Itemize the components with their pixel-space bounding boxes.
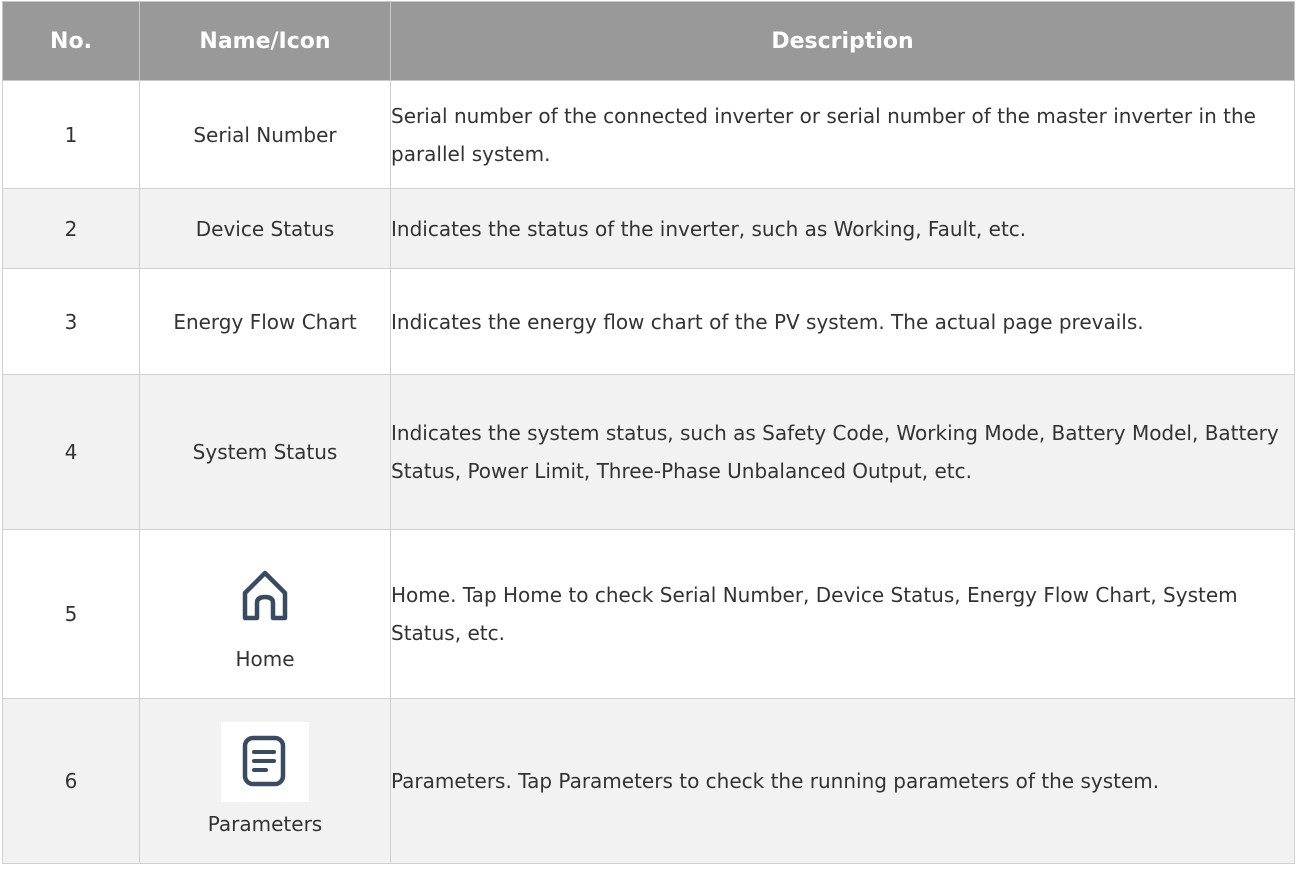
row-name: Parameters xyxy=(207,812,323,836)
row-name: Serial Number xyxy=(139,80,391,189)
row-description: Indicates the system status, such as Saf… xyxy=(390,374,1295,530)
row-name: Home xyxy=(235,647,295,671)
table-row: 3 Energy Flow Chart Indicates the energy… xyxy=(2,268,1295,375)
row-name-icon-cell: Home xyxy=(139,529,391,699)
row-name: Energy Flow Chart xyxy=(139,268,391,375)
home-icon xyxy=(140,546,390,640)
parameters-icon xyxy=(140,715,390,805)
header-description: Description xyxy=(390,1,1295,81)
row-description: Parameters. Tap Parameters to check the … xyxy=(390,698,1295,864)
row-description: Serial number of the connected inverter … xyxy=(390,80,1295,189)
table-row: 2 Device Status Indicates the status of … xyxy=(2,188,1295,269)
row-number: 2 xyxy=(2,188,140,269)
table-row: 5 Home Home. Tap Home to check Serial Nu… xyxy=(2,529,1295,699)
table-header-row: No. Name/Icon Description xyxy=(2,1,1295,81)
table-row: 6 Parameters Parameters. Tap Parameters … xyxy=(2,698,1295,864)
row-name-icon-cell: Parameters xyxy=(139,698,391,864)
table-row: 4 System Status Indicates the system sta… xyxy=(2,374,1295,530)
row-number: 5 xyxy=(2,529,140,699)
row-description: Indicates the status of the inverter, su… xyxy=(390,188,1295,269)
row-description: Indicates the energy flow chart of the P… xyxy=(390,268,1295,375)
parameters-table: No. Name/Icon Description 1 Serial Numbe… xyxy=(2,1,1295,864)
header-name-icon: Name/Icon xyxy=(139,1,391,81)
table-row: 1 Serial Number Serial number of the con… xyxy=(2,80,1295,189)
row-number: 4 xyxy=(2,374,140,530)
row-description: Home. Tap Home to check Serial Number, D… xyxy=(390,529,1295,699)
header-no: No. xyxy=(2,1,140,81)
row-name: System Status xyxy=(139,374,391,530)
row-number: 6 xyxy=(2,698,140,864)
row-number: 1 xyxy=(2,80,140,189)
row-name: Device Status xyxy=(139,188,391,269)
row-number: 3 xyxy=(2,268,140,375)
